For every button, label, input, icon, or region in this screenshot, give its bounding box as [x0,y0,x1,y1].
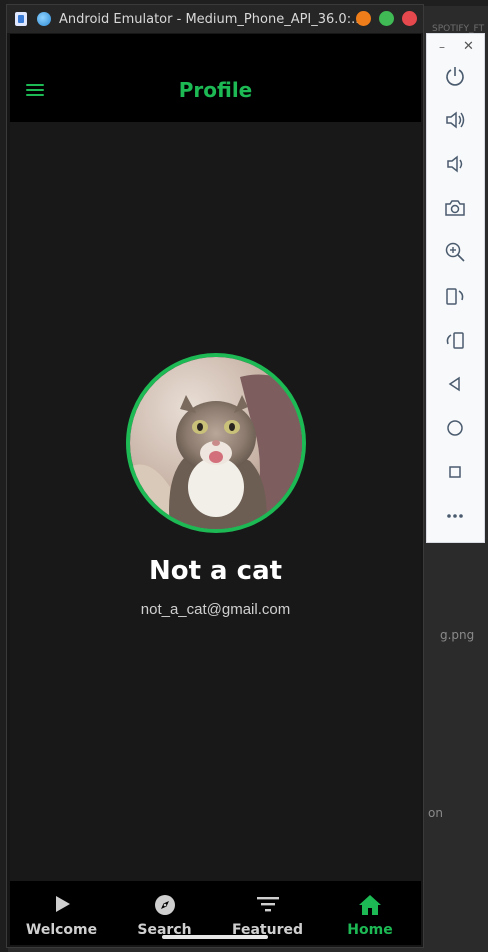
emulator-side-toolbar: – ✕ [426,33,485,543]
app-bar: Profile [10,34,421,122]
back-button[interactable] [441,370,469,398]
maximize-button[interactable] [379,11,394,26]
zoom-icon [445,242,465,262]
profile-email: not_a_cat@gmail.com [140,601,291,618]
window-titlebar[interactable]: Android Emulator - Medium_Phone_API_36.0… [7,5,423,33]
rotate-left-button[interactable] [441,282,469,310]
emulator-app-icon [37,12,51,26]
minimize-button[interactable] [356,11,371,26]
page-title: Profile [178,78,253,102]
emulator-window: Android Emulator - Medium_Phone_API_36.0… [6,4,424,948]
back-icon [448,376,460,392]
document-icon [15,12,27,26]
avatar[interactable] [126,353,306,533]
volume-down-icon [447,155,463,173]
desktop-side-text: on [428,806,443,820]
home-button[interactable] [441,414,469,442]
play-icon [55,896,70,912]
filter-icon [256,897,279,912]
profile-content: Not a cat not_a_cat@gmail.com [10,122,421,881]
rotate-right-button[interactable] [441,326,469,354]
power-button[interactable] [441,62,469,90]
home-icon [359,895,381,915]
phone-screen: Profile Not a cat not_a_cat@gmail.com We… [10,34,421,945]
volume-down-button[interactable] [441,150,469,178]
toolbar-close-button[interactable]: ✕ [463,39,474,54]
cat-photo [130,357,302,529]
nav-label-welcome: Welcome [25,922,98,938]
bottom-navigation: Welcome Search Featured Home [10,881,421,945]
profile-name: Not a cat [148,556,283,586]
screenshot-button[interactable] [441,194,469,222]
home-circle-icon [447,420,463,436]
volume-up-button[interactable] [441,106,469,134]
overview-button[interactable] [441,458,469,486]
nav-label-home: Home [347,922,393,938]
nav-item-home[interactable]: Home [319,881,421,945]
gesture-handle[interactable] [162,935,268,939]
overview-icon [449,466,461,478]
desktop-file-label[interactable]: g.png [440,628,474,642]
close-button[interactable] [402,11,417,26]
window-title: Android Emulator - Medium_Phone_API_36.0… [59,11,364,27]
more-icon [447,514,463,518]
rotate-left-icon [446,288,464,305]
power-icon [446,67,464,86]
nav-item-welcome[interactable]: Welcome [10,881,113,945]
compass-icon [154,895,175,915]
toolbar-minimize-button[interactable]: – [439,40,445,54]
rotate-right-icon [446,332,464,349]
volume-up-icon [446,111,465,129]
camera-icon [445,200,465,216]
zoom-button[interactable] [441,238,469,266]
more-button[interactable] [441,502,469,530]
